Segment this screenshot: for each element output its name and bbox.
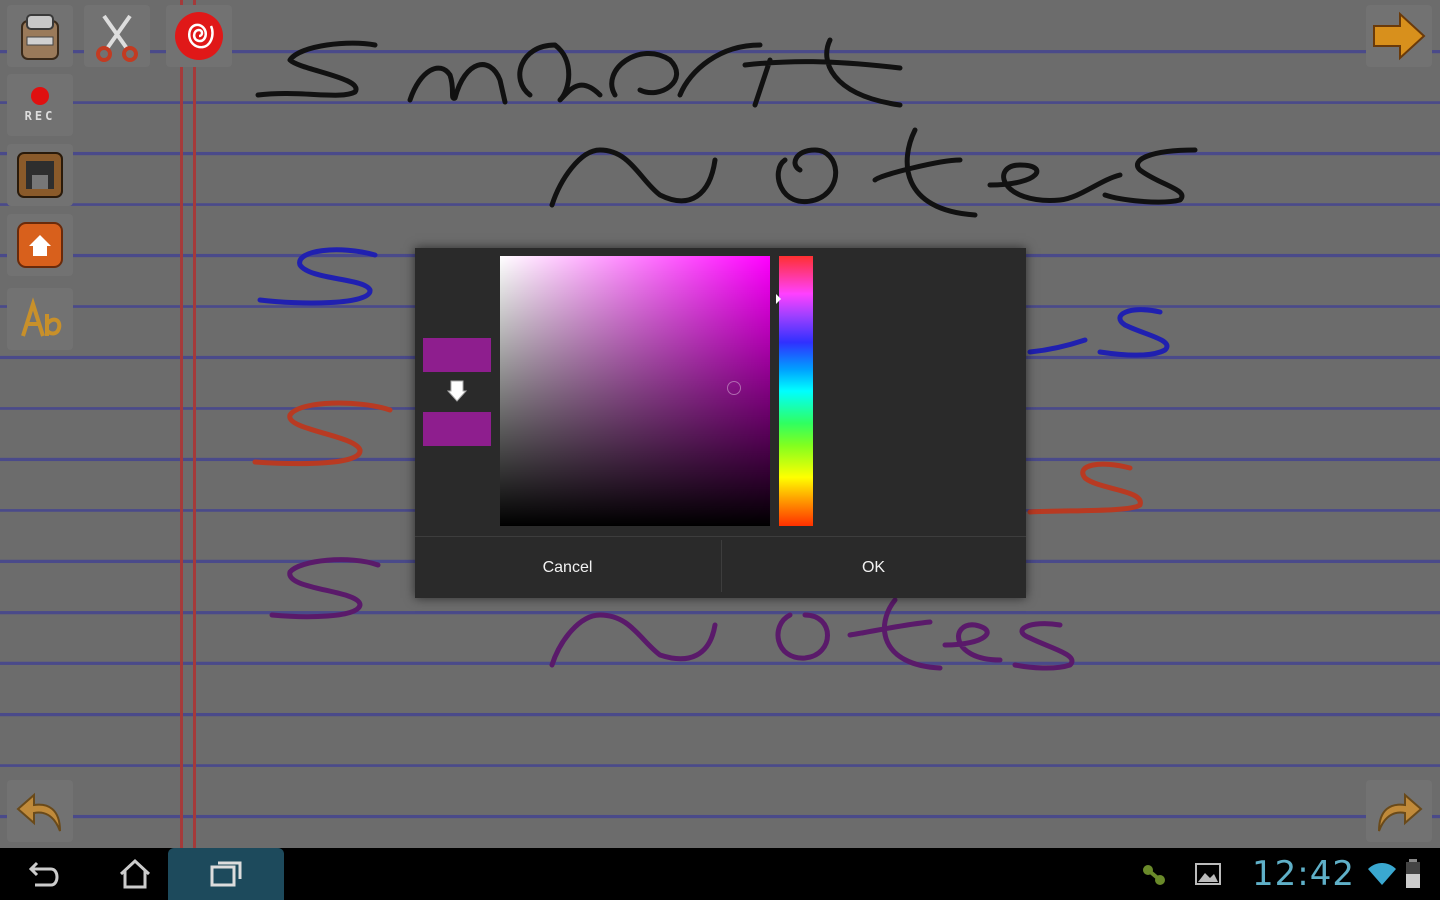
new-color-swatch: [423, 412, 491, 446]
home-button[interactable]: [7, 214, 73, 276]
home-nav-button[interactable]: [90, 848, 180, 900]
record-icon: [31, 87, 49, 105]
notebook-icon: [21, 14, 59, 60]
clock: 12:42: [1252, 854, 1355, 894]
arrow-right-icon: [1373, 11, 1426, 61]
text-button[interactable]: [7, 288, 73, 350]
old-color-swatch: [423, 338, 491, 372]
spiral-icon: [175, 12, 223, 60]
battery-icon: [1406, 859, 1420, 888]
pen-color-button[interactable]: [166, 5, 232, 67]
arrow-down-icon: [447, 380, 467, 402]
save-button[interactable]: [7, 144, 73, 206]
gallery-icon: [1195, 863, 1221, 885]
record-label: REC: [24, 109, 56, 123]
text-icon: [21, 297, 62, 337]
home-outline-icon: [119, 858, 151, 889]
undo-button[interactable]: [7, 780, 73, 842]
hue-slider[interactable]: [779, 256, 813, 526]
scissors-icon: [96, 14, 138, 62]
wifi-icon: [1368, 863, 1396, 885]
cancel-button[interactable]: Cancel: [415, 537, 720, 598]
ink-stroke-notes: [549, 127, 1198, 218]
redo-button[interactable]: [1366, 780, 1432, 842]
hue-pointer-icon[interactable]: [776, 294, 781, 304]
back-icon: [28, 861, 59, 887]
ok-button[interactable]: OK: [721, 537, 1026, 598]
back-button[interactable]: [0, 848, 90, 900]
save-icon: [17, 152, 63, 198]
color-selector-cursor[interactable]: [727, 381, 741, 395]
next-page-button[interactable]: [1366, 5, 1432, 67]
undo-icon: [16, 792, 61, 832]
color-picker-dialog: Cancel OK: [415, 248, 1026, 598]
record-button[interactable]: REC: [7, 74, 73, 136]
recents-button[interactable]: [168, 848, 284, 900]
system-bar: 12:42: [0, 848, 1440, 900]
ink-stroke-smart: [255, 37, 903, 108]
notebook-button[interactable]: [7, 5, 73, 67]
cut-button[interactable]: [84, 5, 150, 67]
usb-debug-icon: [1143, 865, 1165, 885]
redo-icon: [1378, 792, 1423, 832]
home-icon: [17, 222, 63, 268]
recents-icon: [210, 861, 242, 887]
